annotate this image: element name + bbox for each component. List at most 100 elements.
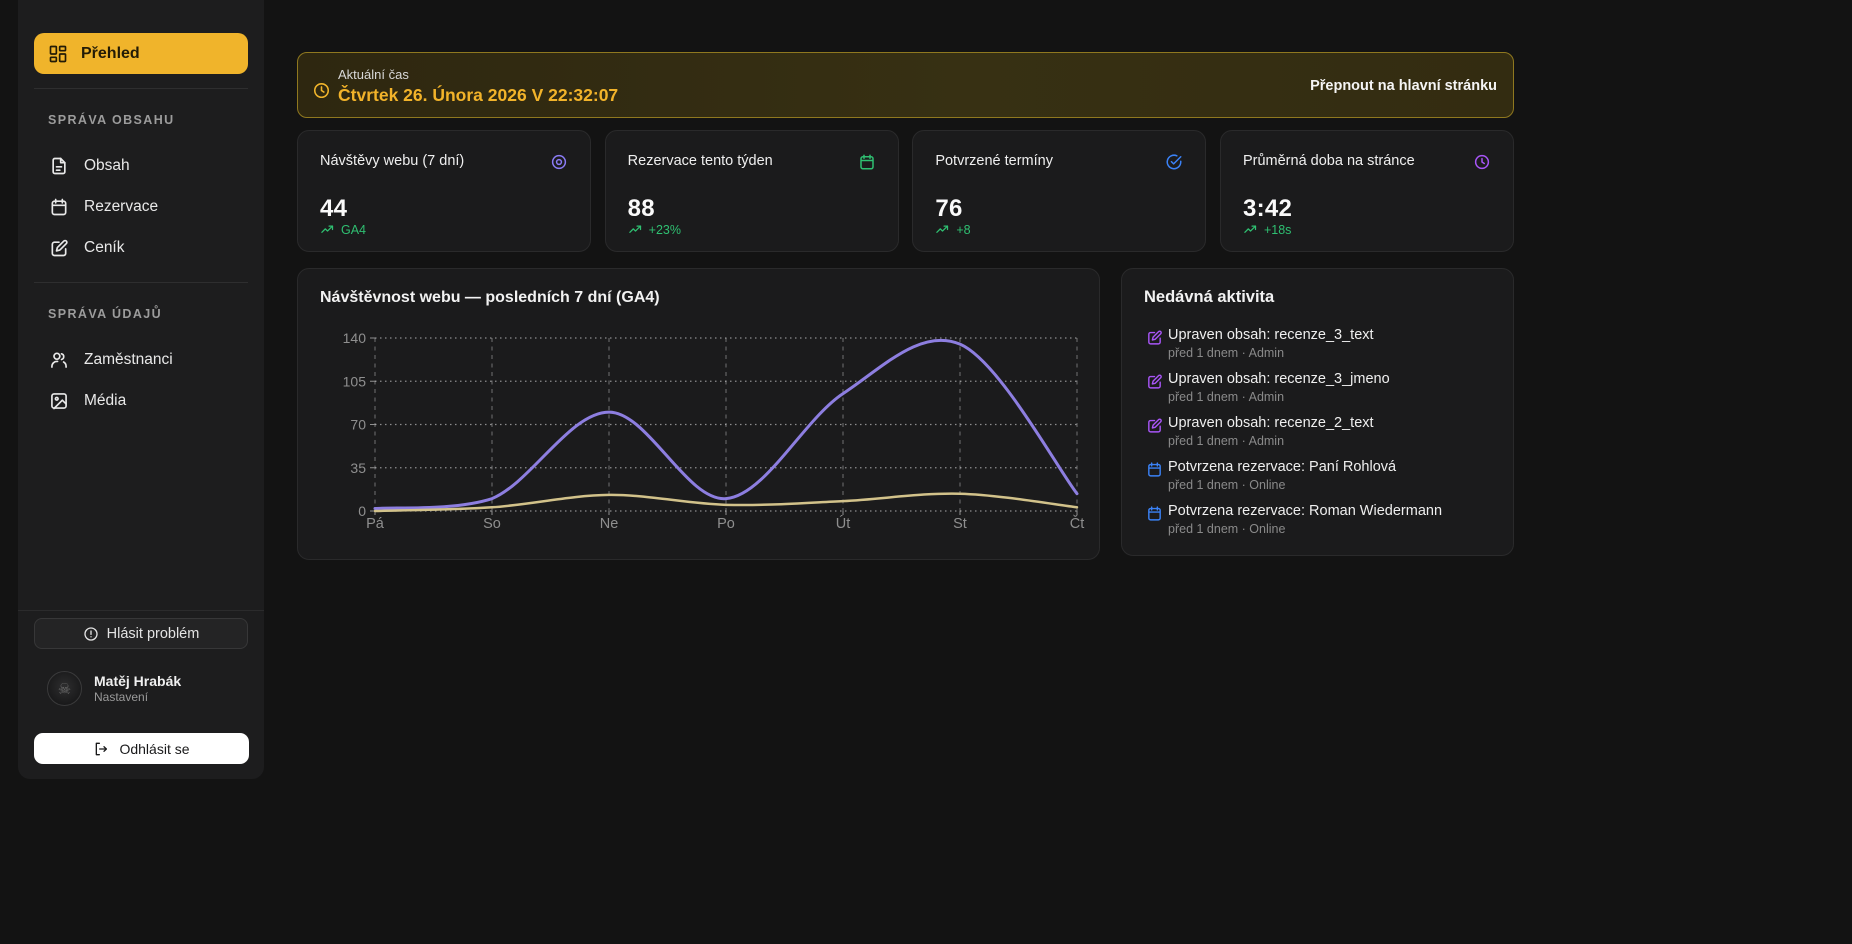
stat-trend: +23% <box>628 222 681 237</box>
svg-text:70: 70 <box>350 417 366 433</box>
activity-item-title: Upraven obsah: recenze_3_text <box>1168 327 1374 343</box>
sidebar: Přehled SPRÁVA OBSAHU Obsah <box>18 0 264 779</box>
activity-item-title: Upraven obsah: recenze_3_jmeno <box>1168 371 1390 387</box>
activity-item-meta: před 1 dnem · Admin <box>1168 390 1284 404</box>
stat-title: Potvrzené termíny <box>935 153 1053 169</box>
svg-text:Po: Po <box>717 516 735 532</box>
sidebar-item-icon <box>49 156 69 176</box>
activity-item: Upraven obsah: recenze_3_jmeno před 1 dn… <box>1122 370 1513 414</box>
user-profile[interactable]: ☠ Matěj Hrabák Nastavení <box>47 671 181 706</box>
activity-item-title: Potvrzena rezervace: Roman Wiedermann <box>1168 503 1442 519</box>
sidebar-item-icon <box>49 391 69 411</box>
stat-card: Potvrzené termíny 76 +8 <box>912 130 1206 252</box>
chart-title: Návštěvnost webu — posledních 7 dní (GA4… <box>320 289 660 307</box>
sidebar-item-label: Zaměstnanci <box>84 351 173 369</box>
stat-card: Návštěvy webu (7 dní) 44 GA4 <box>297 130 591 252</box>
activity-item-meta: před 1 dnem · Online <box>1168 522 1285 536</box>
sidebar-item-label: Obsah <box>84 157 130 175</box>
sidebar-item-label: Ceník <box>84 239 125 257</box>
stat-trend-label: +23% <box>649 223 681 237</box>
sidebar-item-prehled[interactable]: Přehled <box>34 33 248 74</box>
trending-up-icon <box>628 222 643 237</box>
sidebar-sections: SPRÁVA OBSAHU Obsah Rezervace <box>18 88 264 421</box>
stat-trend-label: +18s <box>1264 223 1291 237</box>
stat-icon <box>858 153 876 171</box>
stat-title: Návštěvy webu (7 dní) <box>320 153 464 169</box>
stat-trend: +18s <box>1243 222 1291 237</box>
sidebar-item[interactable]: Rezervace <box>18 186 264 227</box>
svg-text:Út: Út <box>836 515 851 532</box>
line-chart: Pá So Ne Po Út St Čt 0 35 70 105 140 <box>298 269 1099 559</box>
trending-up-icon <box>1243 222 1258 237</box>
activity-item-title: Potvrzena rezervace: Paní Rohlová <box>1168 459 1396 475</box>
activity-item-icon <box>1146 417 1163 434</box>
svg-text:35: 35 <box>350 460 366 476</box>
logout-icon <box>93 741 109 757</box>
stat-trend: +8 <box>935 222 970 237</box>
stat-icon <box>1473 153 1491 171</box>
activity-title: Nedávná aktivita <box>1144 288 1274 307</box>
divider <box>18 610 264 611</box>
svg-text:140: 140 <box>343 330 367 346</box>
svg-text:0: 0 <box>358 503 366 519</box>
stat-value: 44 <box>320 195 347 223</box>
divider <box>34 282 248 283</box>
stat-cards: Návštěvy webu (7 dní) 44 GA4 Rezervace t… <box>297 130 1514 252</box>
svg-text:St: St <box>953 516 967 532</box>
activity-item-meta: před 1 dnem · Admin <box>1168 434 1284 448</box>
user-name: Matěj Hrabák <box>94 673 181 690</box>
activity-item: Upraven obsah: recenze_2_text před 1 dne… <box>1122 414 1513 458</box>
sidebar-section: SPRÁVA ÚDAJŮ Zaměstnanci Média <box>18 282 264 421</box>
sidebar-item-icon <box>49 197 69 217</box>
sidebar-item[interactable]: Ceník <box>18 227 264 268</box>
activity-list: Upraven obsah: recenze_3_text před 1 dne… <box>1122 326 1513 546</box>
stat-title: Průměrná doba na stránce <box>1243 153 1415 169</box>
sidebar-item-label: Média <box>84 392 126 410</box>
divider <box>34 88 248 89</box>
sidebar-section: SPRÁVA OBSAHU Obsah Rezervace <box>18 88 264 268</box>
stat-title: Rezervace tento týden <box>628 153 773 169</box>
report-problem-button[interactable]: Hlásit problém <box>34 618 248 649</box>
sidebar-item[interactable]: Média <box>18 380 264 421</box>
logout-button[interactable]: Odhlásit se <box>34 733 249 764</box>
svg-text:Čt: Čt <box>1070 515 1085 532</box>
trending-up-icon <box>935 222 950 237</box>
activity-item-icon <box>1146 461 1163 478</box>
stat-value: 88 <box>628 195 655 223</box>
sidebar-item[interactable]: Zaměstnanci <box>18 339 264 380</box>
sidebar-item-icon <box>49 238 69 258</box>
current-time-banner: Aktuální čas Čtvrtek 26. Února 2026 V 22… <box>297 52 1514 118</box>
stat-trend: GA4 <box>320 222 366 237</box>
clock-icon <box>312 81 331 100</box>
stat-value: 3:42 <box>1243 195 1292 223</box>
stat-icon <box>550 153 568 171</box>
recent-activity-card: Nedávná aktivita Upraven obsah: recenze_… <box>1121 268 1514 556</box>
activity-item-meta: před 1 dnem · Online <box>1168 478 1285 492</box>
svg-text:So: So <box>483 516 501 532</box>
activity-item: Potvrzena rezervace: Paní Rohlová před 1… <box>1122 458 1513 502</box>
activity-item-meta: před 1 dnem · Admin <box>1168 346 1284 360</box>
stat-value: 76 <box>935 195 962 223</box>
activity-item-icon <box>1146 373 1163 390</box>
stat-trend-label: +8 <box>956 223 970 237</box>
svg-text:Ne: Ne <box>600 516 619 532</box>
sidebar-item[interactable]: Obsah <box>18 145 264 186</box>
switch-to-main-site-link[interactable]: Přepnout na hlavní stránku <box>1310 78 1497 94</box>
stat-trend-label: GA4 <box>341 223 366 237</box>
sidebar-section-title: SPRÁVA OBSAHU <box>48 113 264 127</box>
report-problem-label: Hlásit problém <box>107 626 200 642</box>
banner-label: Aktuální čas <box>338 67 409 82</box>
banner-datetime: Čtvrtek 26. Února 2026 V 22:32:07 <box>338 85 618 106</box>
activity-item-icon <box>1146 329 1163 346</box>
stat-icon <box>1165 153 1183 171</box>
activity-item-icon <box>1146 505 1163 522</box>
activity-item-title: Upraven obsah: recenze_2_text <box>1168 415 1374 431</box>
dashboard-icon <box>48 44 68 64</box>
sidebar-item-label: Přehled <box>81 45 140 63</box>
sidebar-item-label: Rezervace <box>84 198 158 216</box>
svg-text:Pá: Pá <box>366 516 385 532</box>
sidebar-section-title: SPRÁVA ÚDAJŮ <box>48 307 264 321</box>
svg-text:105: 105 <box>343 373 367 389</box>
user-settings-label: Nastavení <box>94 690 181 705</box>
activity-item: Upraven obsah: recenze_3_text před 1 dne… <box>1122 326 1513 370</box>
